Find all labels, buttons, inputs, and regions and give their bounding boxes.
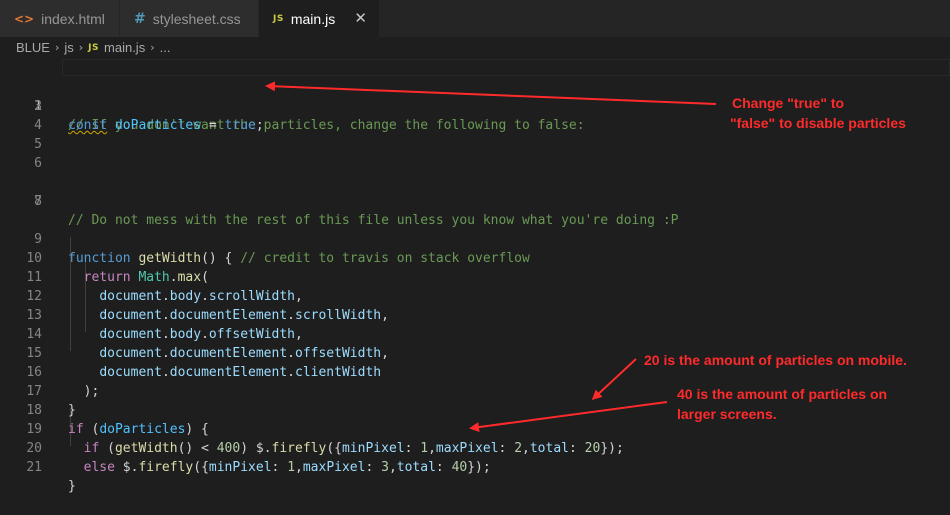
html-file-icon: <> <box>14 11 35 26</box>
tab-index-html[interactable]: <> index.html <box>0 0 120 37</box>
breadcrumb-root[interactable]: BLUE <box>16 40 50 55</box>
tab-label: index.html <box>41 10 105 27</box>
breadcrumb-folder[interactable]: js <box>64 40 73 55</box>
code-line: 9 function getWidth() { // credit to tra… <box>0 211 950 266</box>
code-line: 5 <box>0 135 950 154</box>
code-line: 10 return Math.max( <box>0 230 950 285</box>
line-number: 21 <box>26 460 42 475</box>
tab-stylesheet-css[interactable]: # stylesheet.css <box>120 0 259 37</box>
tab-bar: <> index.html # stylesheet.css JS main.j… <box>0 0 950 37</box>
code-line: 14 document.documentElement.offsetWidth, <box>0 306 950 361</box>
js-file-icon: JS <box>88 42 100 53</box>
line-number: 8 <box>34 194 42 209</box>
js-file-icon: JS <box>273 13 284 24</box>
tab-label: stylesheet.css <box>152 10 241 27</box>
code-line: 1 // If you don't want the particles, ch… <box>0 59 950 133</box>
chevron-right-icon: › <box>54 41 60 54</box>
code-line: 15 document.documentElement.clientWidth <box>0 325 950 380</box>
code-line: 12 document.documentElement.scrollWidth, <box>0 268 950 323</box>
code-line: 13 document.body.offsetWidth, <box>0 287 950 342</box>
line-number: 5 <box>34 137 42 152</box>
breadcrumb: BLUE › js › JS main.js › ... <box>0 37 950 58</box>
breadcrumb-file[interactable]: main.js <box>104 40 145 55</box>
close-icon[interactable]: ✕ <box>354 9 367 27</box>
line-number: 4 <box>34 118 42 133</box>
css-file-icon: # <box>134 10 146 27</box>
current-line-highlight <box>62 59 950 76</box>
line-number: 6 <box>34 156 42 171</box>
breadcrumb-tail[interactable]: ... <box>160 40 171 55</box>
tab-main-js[interactable]: JS main.js ✕ <box>259 0 380 37</box>
annotation-change-true: Change "true" to "false" to disable part… <box>730 95 906 131</box>
line-number: 3 <box>34 99 42 114</box>
code-line: 21 } <box>0 439 950 494</box>
code-line: 11 document.body.scrollWidth, <box>0 249 950 304</box>
annotation-desktop-count: 40 is the amount of particles on larger … <box>677 386 888 422</box>
annotation-mobile-count: 20 is the amount of particles on mobile. <box>644 352 907 368</box>
code-line: 7 // Do not mess with the rest of this f… <box>0 173 950 228</box>
chevron-right-icon: › <box>150 41 155 54</box>
code-line: 8 <box>0 192 950 211</box>
code-line: 6 <box>0 154 950 173</box>
chevron-right-icon: › <box>78 41 84 54</box>
tab-label: main.js <box>290 10 336 27</box>
